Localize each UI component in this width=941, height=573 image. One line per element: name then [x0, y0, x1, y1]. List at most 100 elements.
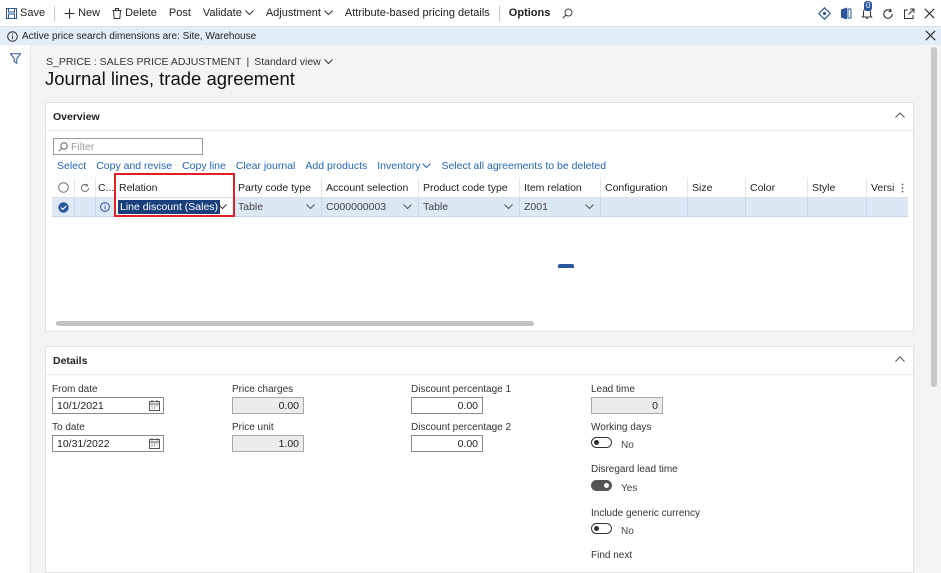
party-code-type-dropdown[interactable]: Table: [234, 198, 322, 216]
product-code-type-dropdown[interactable]: Table: [419, 198, 520, 216]
search-button[interactable]: [556, 0, 582, 27]
adjustment-label: Adjustment: [265, 7, 321, 19]
column-header-party-code-type[interactable]: Party code type: [234, 178, 322, 197]
filter-input[interactable]: [71, 140, 191, 153]
view-name: Standard view: [254, 56, 321, 68]
select-all-checkbox[interactable]: [52, 178, 75, 197]
configuration-cell[interactable]: [601, 198, 688, 216]
overview-header[interactable]: Overview: [46, 103, 913, 131]
inventory-label: Inventory: [377, 160, 421, 172]
to-date-field[interactable]: 10/31/2022: [52, 435, 164, 452]
select-action[interactable]: Select: [57, 160, 86, 172]
refresh-icon: [81, 183, 89, 192]
price-unit-label: Price unit: [232, 422, 274, 433]
version-cell[interactable]: [867, 198, 908, 216]
details-title: Details: [53, 355, 88, 367]
notification-icon[interactable]: 0: [861, 1, 873, 20]
price-charges-field[interactable]: 0.00: [232, 397, 304, 414]
discount-percentage-2-field[interactable]: 0.00: [411, 435, 483, 452]
column-header-color[interactable]: Color: [746, 178, 808, 197]
attribute-pricing-button[interactable]: Attribute-based pricing details: [339, 0, 496, 27]
disregard-lead-time-toggle[interactable]: [591, 480, 612, 491]
copy-line-action[interactable]: Copy line: [182, 160, 226, 172]
product-code-type-value: Table: [423, 201, 449, 213]
chevron-up-icon[interactable]: [895, 356, 905, 362]
vertical-scrollbar[interactable]: [928, 45, 941, 573]
horizontal-scrollbar[interactable]: [56, 321, 534, 326]
copy-and-revise-action[interactable]: Copy and revise: [96, 160, 172, 172]
overview-title: Overview: [53, 111, 100, 123]
adjustment-menu[interactable]: Adjustment: [260, 0, 339, 27]
delete-button[interactable]: Delete: [106, 0, 163, 27]
validate-menu[interactable]: Validate: [197, 0, 260, 27]
disregard-lead-time-label: Disregard lead time: [591, 464, 678, 475]
column-header-relation[interactable]: Relation: [115, 178, 234, 197]
dismiss-message-button[interactable]: [925, 30, 936, 41]
options-tab[interactable]: Options: [503, 0, 557, 27]
style-cell[interactable]: [808, 198, 867, 216]
column-header-account-selection[interactable]: Account selection: [322, 178, 419, 197]
item-relation-dropdown[interactable]: Z001: [520, 198, 601, 216]
scrollbar-thumb[interactable]: [931, 47, 937, 387]
filter-icon: [10, 53, 21, 64]
open-new-window-icon[interactable]: [903, 8, 915, 20]
filter-field: [53, 138, 203, 155]
inventory-menu[interactable]: Inventory: [377, 160, 432, 172]
save-button[interactable]: Save: [0, 0, 51, 27]
column-header-item-relation[interactable]: Item relation: [520, 178, 601, 197]
working-days-label: Working days: [591, 422, 652, 433]
price-unit-field[interactable]: 1.00: [232, 435, 304, 452]
post-button[interactable]: Post: [163, 0, 197, 27]
diamond-icon[interactable]: [818, 7, 831, 20]
close-icon: [925, 30, 936, 41]
relation-dropdown[interactable]: Line discount (Sales): [115, 198, 234, 216]
calendar-icon[interactable]: [149, 438, 160, 449]
save-icon: [6, 7, 17, 19]
find-next-toggle[interactable]: [558, 264, 574, 268]
column-header-size[interactable]: Size: [688, 178, 746, 197]
chevron-up-icon[interactable]: [895, 112, 905, 118]
row-select-checkbox[interactable]: [52, 198, 75, 216]
chevron-down-icon: [306, 204, 315, 210]
journal-lines-grid: C... Relation Party code type Account se…: [52, 178, 908, 218]
relation-value: Line discount (Sales): [118, 200, 221, 214]
calendar-icon[interactable]: [149, 400, 160, 411]
column-header-c[interactable]: C...: [96, 178, 115, 197]
size-cell[interactable]: [688, 198, 746, 216]
save-label: Save: [20, 7, 46, 19]
toolbar-right-icons: 0: [818, 0, 935, 27]
checkmark-circle-icon: [57, 201, 69, 213]
filter-pane-button[interactable]: [10, 53, 21, 64]
clear-journal-action[interactable]: Clear journal: [236, 160, 296, 172]
column-header-style[interactable]: Style: [808, 178, 867, 197]
color-cell[interactable]: [746, 198, 808, 216]
working-days-toggle[interactable]: [591, 437, 612, 448]
chevron-down-icon: [218, 204, 227, 210]
discount-percentage-1-field[interactable]: 0.00: [411, 397, 483, 414]
search-icon: [58, 141, 68, 152]
column-header-refresh[interactable]: [75, 178, 96, 197]
refresh-icon[interactable]: [882, 8, 894, 20]
include-generic-currency-toggle[interactable]: [591, 523, 612, 534]
party-code-type-value: Table: [238, 201, 264, 213]
details-header[interactable]: Details: [46, 347, 913, 375]
from-date-label: From date: [52, 384, 98, 395]
from-date-field[interactable]: 10/1/2021: [52, 397, 164, 414]
lead-time-label: Lead time: [591, 384, 635, 395]
new-button[interactable]: New: [58, 0, 106, 27]
page-content: S_PRICE : SALES PRICE ADJUSTMENT | Stand…: [31, 45, 941, 573]
office-icon[interactable]: [840, 7, 852, 20]
lead-time-field[interactable]: 0: [591, 397, 663, 414]
close-icon[interactable]: [924, 8, 935, 19]
table-row[interactable]: Line discount (Sales) Table C000000003 T…: [52, 198, 908, 217]
column-header-product-code-type[interactable]: Product code type: [419, 178, 520, 197]
view-selector[interactable]: Standard view: [254, 56, 333, 68]
chevron-down-icon: [504, 204, 513, 210]
add-products-action[interactable]: Add products: [305, 160, 367, 172]
row-info-cell[interactable]: [96, 198, 115, 216]
column-header-configuration[interactable]: Configuration: [601, 178, 688, 197]
toolbar-divider: [498, 5, 500, 21]
account-selection-dropdown[interactable]: C000000003: [322, 198, 419, 216]
select-all-delete-action[interactable]: Select all agreements to be deleted: [441, 160, 606, 172]
column-header-version[interactable]: Versi: [867, 178, 908, 197]
